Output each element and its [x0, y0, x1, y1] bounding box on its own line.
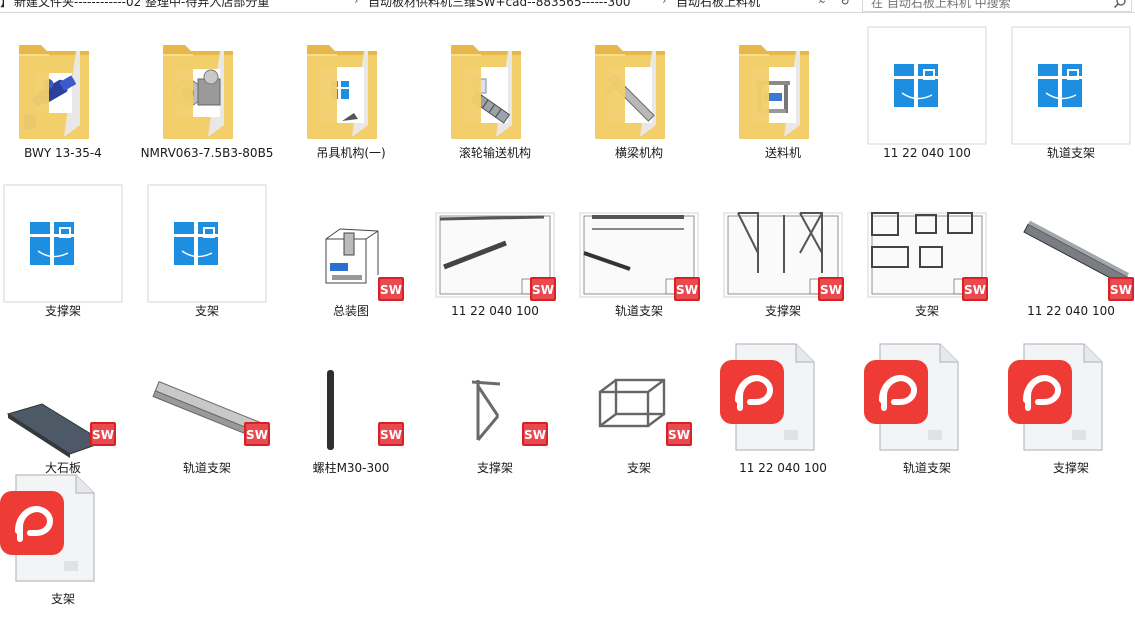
- wps-pdf-icon: [1002, 340, 1135, 460]
- file-name-label: NMRV063-7.5B3-80B5: [140, 146, 274, 160]
- solidworks-file-icon: SW: [138, 340, 276, 460]
- solidworks-file-icon: SW: [282, 183, 420, 303]
- file-name-label: 11 22 040 100: [451, 304, 539, 318]
- svg-text:SW: SW: [668, 428, 690, 442]
- solidworks-file-icon: SW: [426, 340, 564, 460]
- autocad-drawing-icon: [0, 183, 132, 303]
- autocad-drawing-icon: [1002, 25, 1135, 145]
- solidworks-file-item[interactable]: SW 支架: [858, 183, 996, 335]
- solidworks-file-item[interactable]: SW 螺柱M30-300: [282, 340, 420, 492]
- breadcrumb-item[interactable]: 自动石板上料机: [676, 0, 816, 12]
- folder-icon: [570, 25, 708, 145]
- file-name-label: 支撑架: [1052, 461, 1089, 475]
- file-name-label: 支撑架: [476, 461, 513, 475]
- folder-icon: [138, 25, 276, 145]
- pdf-file-item[interactable]: 轨道支架: [858, 340, 996, 492]
- file-name-label: 支撑架: [44, 304, 81, 318]
- file-name-label: 支架: [626, 461, 651, 475]
- file-name-label: 支撑架: [764, 304, 801, 318]
- file-name-label: 支架: [50, 592, 75, 606]
- wps-pdf-icon: [858, 340, 996, 460]
- solidworks-file-icon: SW: [714, 183, 852, 303]
- solidworks-file-icon: SW: [426, 183, 564, 303]
- file-name-label: 11 22 040 100: [739, 461, 827, 475]
- breadcrumb-item[interactable]: 自动板材供料机三维SW+cad--883565------300: [368, 0, 660, 12]
- svg-text:SW: SW: [92, 428, 114, 442]
- file-name-label: 总装图: [332, 304, 369, 318]
- chevron-down-icon[interactable]: ⌄: [816, 0, 830, 10]
- svg-text:SW: SW: [532, 283, 554, 297]
- drawing-file-item[interactable]: 支撑架: [0, 183, 132, 335]
- svg-text:SW: SW: [676, 283, 698, 297]
- folder-item[interactable]: 送料机: [714, 25, 852, 177]
- folder-icon: [282, 25, 420, 145]
- folder-item[interactable]: NMRV063-7.5B3-80B5: [138, 25, 276, 177]
- pdf-file-item[interactable]: 支架: [0, 471, 132, 623]
- svg-text:SW: SW: [1110, 283, 1132, 297]
- solidworks-file-item[interactable]: SW 11 22 040 100: [1002, 183, 1135, 335]
- solidworks-file-item[interactable]: SW 轨道支架: [570, 183, 708, 335]
- search-icon[interactable]: [1113, 0, 1127, 9]
- folder-item[interactable]: BWY 13-35-4: [0, 25, 132, 177]
- svg-text:SW: SW: [380, 283, 402, 297]
- svg-text:SW: SW: [524, 428, 546, 442]
- file-name-label: 支架: [914, 304, 939, 318]
- svg-text:SW: SW: [964, 283, 986, 297]
- svg-text:SW: SW: [820, 283, 842, 297]
- breadcrumb-overflow: 】: [0, 0, 13, 9]
- file-name-label: 送料机: [764, 146, 801, 160]
- file-name-label: 滚轮输送机构: [458, 146, 531, 160]
- file-name-label: 轨道支架: [182, 461, 231, 475]
- file-name-label: 11 22 040 100: [883, 146, 971, 160]
- file-name-label: 轨道支架: [902, 461, 951, 475]
- search-box[interactable]: [862, 0, 1132, 12]
- file-name-label: 轨道支架: [614, 304, 663, 318]
- drawing-file-item[interactable]: 支架: [138, 183, 276, 335]
- file-name-label: BWY 13-35-4: [24, 146, 102, 160]
- svg-text:SW: SW: [380, 428, 402, 442]
- refresh-icon[interactable]: ↻: [838, 0, 852, 9]
- file-name-label: 吊具机构(一): [316, 146, 386, 160]
- address-toolbar: 】新建文件夹------------02 整理中-待弃入店部分重 › 自动板材供料机…: [0, 0, 1135, 13]
- folder-icon: [426, 25, 564, 145]
- solidworks-file-icon: SW: [570, 183, 708, 303]
- file-name-label: 11 22 040 100: [1027, 304, 1115, 318]
- wps-pdf-icon: [714, 340, 852, 460]
- drawing-file-item[interactable]: 轨道支架: [1002, 25, 1135, 177]
- pdf-file-item[interactable]: 11 22 040 100: [714, 340, 852, 492]
- search-input[interactable]: [871, 0, 1107, 10]
- solidworks-file-item[interactable]: SW 11 22 040 100: [426, 183, 564, 335]
- drawing-file-item[interactable]: 11 22 040 100: [858, 25, 996, 177]
- solidworks-file-item[interactable]: SW 总装图: [282, 183, 420, 335]
- file-name-label: 支架: [194, 304, 219, 318]
- autocad-drawing-icon: [138, 183, 276, 303]
- folder-item[interactable]: 横梁机构: [570, 25, 708, 177]
- pdf-file-item[interactable]: 支撑架: [1002, 340, 1135, 492]
- file-name-label: 横梁机构: [614, 146, 663, 160]
- solidworks-file-icon: SW: [858, 183, 996, 303]
- solidworks-file-item[interactable]: SW 支撑架: [714, 183, 852, 335]
- chevron-right-icon[interactable]: ›: [662, 0, 666, 7]
- solidworks-file-icon: SW: [282, 340, 420, 460]
- solidworks-file-icon: SW: [1002, 183, 1135, 303]
- file-name-label: 螺柱M30-300: [312, 461, 390, 475]
- folder-icon: [0, 25, 132, 145]
- svg-text:SW: SW: [246, 428, 268, 442]
- solidworks-file-icon: SW: [0, 340, 132, 460]
- breadcrumb-item[interactable]: 新建文件夹------------02 整理中-待弃入店部分重: [14, 0, 352, 12]
- solidworks-file-item[interactable]: SW 支撑架: [426, 340, 564, 492]
- folder-item[interactable]: 吊具机构(一): [282, 25, 420, 177]
- solidworks-file-item[interactable]: SW 支架: [570, 340, 708, 492]
- chevron-right-icon[interactable]: ›: [354, 0, 358, 7]
- solidworks-file-item[interactable]: SW 大石板: [0, 340, 132, 492]
- folder-item[interactable]: 滚轮输送机构: [426, 25, 564, 177]
- solidworks-file-item[interactable]: SW 轨道支架: [138, 340, 276, 492]
- file-name-label: 轨道支架: [1046, 146, 1095, 160]
- autocad-drawing-icon: [858, 25, 996, 145]
- address-bar[interactable]: 】新建文件夹------------02 整理中-待弃入店部分重 › 自动板材供料机…: [0, 0, 832, 12]
- solidworks-file-icon: SW: [570, 340, 708, 460]
- folder-icon: [714, 25, 852, 145]
- wps-pdf-icon: [0, 471, 132, 591]
